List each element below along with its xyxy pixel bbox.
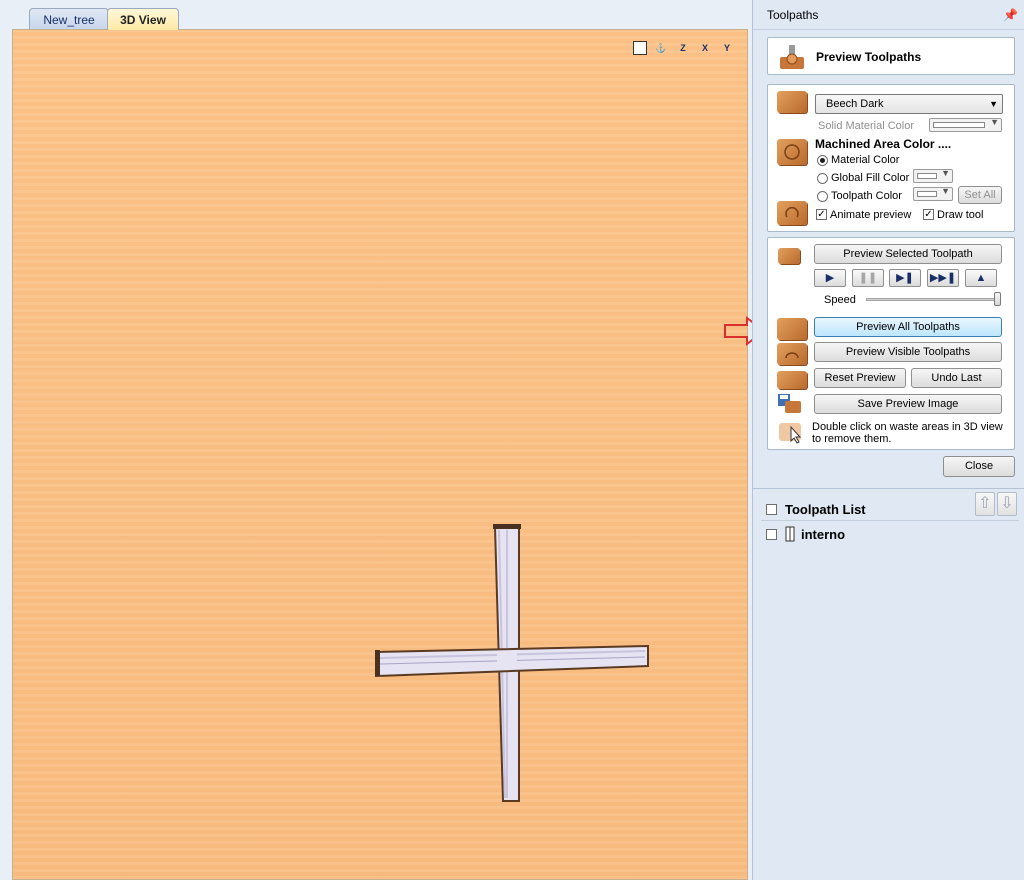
color-swatch bbox=[933, 122, 985, 128]
view-area: New_tree 3D View ⚓ Z X Y bbox=[0, 0, 752, 880]
preview-selected-icon bbox=[778, 248, 800, 264]
skip-to-end-icon[interactable]: ▲ bbox=[965, 269, 997, 287]
toolpath-list-header: Toolpath List bbox=[766, 500, 866, 518]
groove-intersection bbox=[497, 651, 517, 669]
close-button[interactable]: Close bbox=[943, 456, 1015, 477]
chevron-down-icon: ▼ bbox=[989, 99, 998, 109]
toolpath-visibility-checkbox[interactable] bbox=[766, 528, 777, 540]
panel-heading: Preview Toolpaths bbox=[816, 50, 922, 64]
panel-header: Toolpaths 📌 bbox=[753, 0, 1024, 30]
material-select-value: Beech Dark bbox=[826, 98, 884, 110]
fast-forward-icon[interactable]: ▶▶❚ bbox=[927, 269, 959, 287]
preview-toolpaths-header: Preview Toolpaths bbox=[767, 37, 1015, 75]
waste-area-hint-line2: to remove them. bbox=[812, 433, 892, 445]
radio-global-fill-color[interactable] bbox=[817, 173, 828, 184]
radio-toolpath-color-label: Toolpath Color bbox=[831, 190, 902, 202]
toolpath-color-picker[interactable]: ▼ bbox=[913, 186, 953, 201]
pin-icon[interactable]: 📌 bbox=[1003, 0, 1018, 30]
animate-preview-checkbox[interactable]: ✓ bbox=[816, 209, 827, 220]
material-settings: Beech Dark ▼ Solid Material Color ▼ Mach… bbox=[767, 84, 1015, 232]
move-down-icon[interactable]: ⇩ bbox=[997, 492, 1017, 516]
chevron-down-icon: ▼ bbox=[990, 117, 999, 127]
machined-cross-groove bbox=[375, 524, 649, 802]
solid-material-color-label: Solid Material Color bbox=[818, 120, 914, 132]
preview-toolpaths-icon bbox=[780, 45, 804, 69]
save-image-icon bbox=[778, 394, 801, 413]
toolpath-list-item[interactable]: interno bbox=[766, 525, 845, 543]
toolpath-list: Toolpath List ⇧ ⇩ interno bbox=[753, 488, 1024, 880]
animate-preview-icon bbox=[777, 201, 807, 225]
pause-icon[interactable]: ❚❚ bbox=[852, 269, 884, 287]
draw-tool-checkbox[interactable]: ✓ bbox=[923, 209, 934, 220]
reset-preview-button[interactable]: Reset Preview bbox=[814, 368, 906, 388]
undo-last-button[interactable]: Undo Last bbox=[911, 368, 1002, 388]
radio-material-color-label: Material Color bbox=[831, 154, 900, 166]
radio-material-color[interactable] bbox=[817, 155, 828, 166]
machined-area-icon bbox=[777, 139, 807, 165]
waste-area-hint: Double click on waste areas in 3D view t… bbox=[812, 421, 1003, 445]
draw-tool-label: Draw tool bbox=[937, 209, 984, 221]
play-icon[interactable]: ▶ bbox=[814, 269, 846, 287]
preview-selected-toolpath-button[interactable]: Preview Selected Toolpath bbox=[814, 244, 1002, 264]
reorder-buttons: ⇧ ⇩ bbox=[975, 492, 1017, 516]
material-select[interactable]: Beech Dark ▼ bbox=[815, 94, 1003, 114]
set-all-button[interactable]: Set All bbox=[958, 186, 1002, 204]
color-swatch bbox=[917, 173, 937, 179]
preview-visible-icon bbox=[777, 343, 807, 365]
global-fill-color-picker[interactable]: ▼ bbox=[913, 168, 953, 183]
material-tile-icon bbox=[777, 91, 807, 113]
waste-area-cursor-icon bbox=[779, 423, 802, 444]
speed-label: Speed bbox=[824, 294, 856, 306]
speed-slider[interactable] bbox=[866, 298, 1000, 301]
chevron-down-icon: ▼ bbox=[941, 186, 950, 196]
step-icon[interactable]: ▶❚ bbox=[889, 269, 921, 287]
speed-slider-thumb[interactable] bbox=[994, 292, 1001, 306]
waste-area-hint-line1: Double click on waste areas in 3D view bbox=[812, 421, 1003, 433]
reset-preview-icon bbox=[777, 371, 807, 389]
toolpath-name: interno bbox=[801, 526, 846, 542]
tab-new-tree[interactable]: New_tree bbox=[29, 8, 109, 30]
end-mill-icon bbox=[785, 526, 795, 542]
preview-controls: Preview Selected Toolpath ▶ ❚❚ ▶❚ ▶▶❚ ▲ … bbox=[767, 237, 1015, 450]
preview-all-toolpaths-button[interactable]: Preview All Toolpaths bbox=[814, 317, 1002, 337]
panel-title: Toolpaths bbox=[767, 8, 819, 22]
animate-preview-label: Animate preview bbox=[830, 209, 912, 221]
machined-area-label: Machined Area Color .... bbox=[815, 137, 952, 151]
color-swatch bbox=[917, 191, 937, 197]
move-up-icon[interactable]: ⇧ bbox=[975, 492, 995, 516]
preview-all-icon bbox=[777, 318, 807, 340]
tab-3d-view[interactable]: 3D View bbox=[107, 8, 179, 30]
radio-toolpath-color[interactable] bbox=[817, 191, 828, 202]
divider bbox=[761, 520, 1019, 521]
select-all-checkbox[interactable] bbox=[766, 503, 777, 515]
preview-visible-toolpaths-button[interactable]: Preview Visible Toolpaths bbox=[814, 342, 1002, 362]
save-preview-image-button[interactable]: Save Preview Image bbox=[814, 394, 1002, 414]
radio-global-fill-color-label: Global Fill Color bbox=[831, 172, 910, 184]
toolpaths-panel: Toolpaths 📌 Preview Toolpaths Beech Dark… bbox=[752, 0, 1024, 880]
solid-color-picker[interactable]: ▼ bbox=[929, 117, 1002, 132]
3d-view-canvas[interactable]: ⚓ Z X Y bbox=[12, 29, 748, 880]
toolpath-list-title: Toolpath List bbox=[785, 501, 866, 517]
chevron-down-icon: ▼ bbox=[941, 168, 950, 178]
